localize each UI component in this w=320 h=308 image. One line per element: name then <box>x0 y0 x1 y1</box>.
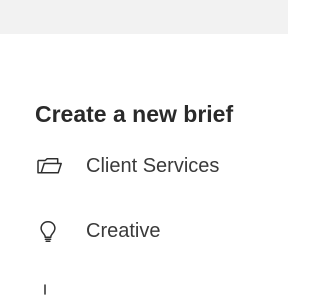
partial-option-icon <box>36 281 66 305</box>
creative-option[interactable]: Creative <box>36 216 276 246</box>
client-services-label: Client Services <box>86 155 220 177</box>
creative-label: Creative <box>86 220 161 242</box>
client-services-option[interactable]: Client Services <box>36 151 276 181</box>
top-bar <box>0 0 288 35</box>
panel-title: Create a new brief <box>35 101 234 127</box>
create-brief-panel: Create a new brief Client Services Creat… <box>0 34 288 295</box>
lightbulb-icon <box>36 219 66 243</box>
folder-icon <box>36 154 66 178</box>
partial-option[interactable] <box>36 278 276 308</box>
